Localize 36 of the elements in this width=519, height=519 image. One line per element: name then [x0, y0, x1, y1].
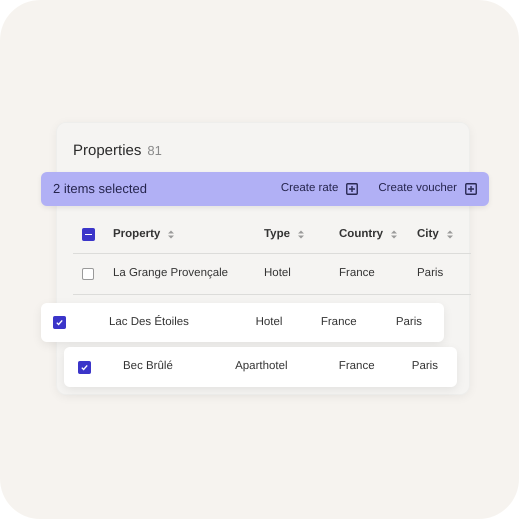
- minus-icon: [85, 234, 92, 236]
- sort-icon[interactable]: [391, 230, 398, 239]
- sort-icon[interactable]: [168, 230, 174, 239]
- sort-icon[interactable]: [298, 230, 304, 239]
- table-cell-text: Lac Des Étoiles: [109, 314, 190, 330]
- sort-icon[interactable]: [446, 230, 453, 239]
- plus-square-icon: [346, 183, 358, 195]
- table-cell-text: La Grange Provençale: [113, 266, 230, 282]
- table-cell-text: Hotel: [254, 314, 284, 330]
- column-header[interactable]: Property: [113, 226, 264, 244]
- table-cell-text: Hotel: [264, 266, 292, 282]
- table-cell-text: France: [339, 266, 376, 282]
- create-button[interactable]: Create voucher: [378, 180, 477, 198]
- table-cell-text: Aparthotel: [234, 359, 289, 374]
- table-cell-text: France: [320, 314, 358, 330]
- table-row[interactable]: Bec Brûlé Aparthotel France Paris: [64, 347, 457, 387]
- column-header[interactable]: Country: [339, 226, 417, 244]
- create-button[interactable]: Create rate: [280, 180, 358, 198]
- check-icon: [55, 318, 64, 327]
- checkbox[interactable]: [82, 228, 95, 241]
- table-cell-text: Paris: [410, 359, 439, 374]
- checkbox[interactable]: [53, 316, 66, 329]
- checkbox[interactable]: [78, 360, 91, 374]
- table-cell-text: Paris: [394, 314, 424, 330]
- column-header[interactable]: City: [417, 226, 467, 244]
- table-row[interactable]: Lac Des Étoiles Hotel France Paris: [41, 303, 444, 342]
- selection-count: 2 items selected: [53, 180, 147, 198]
- table-cell-text: Paris: [417, 266, 444, 282]
- checkbox[interactable]: [82, 268, 94, 280]
- table-cell-text: Bec Brûlé: [123, 359, 174, 374]
- table-cell-text: France: [338, 359, 376, 374]
- column-header[interactable]: Type: [264, 226, 339, 244]
- count-label: 81: [147, 142, 162, 160]
- plus-square-icon: [465, 183, 477, 195]
- check-icon: [80, 362, 89, 372]
- page-title: Properties: [73, 141, 142, 161]
